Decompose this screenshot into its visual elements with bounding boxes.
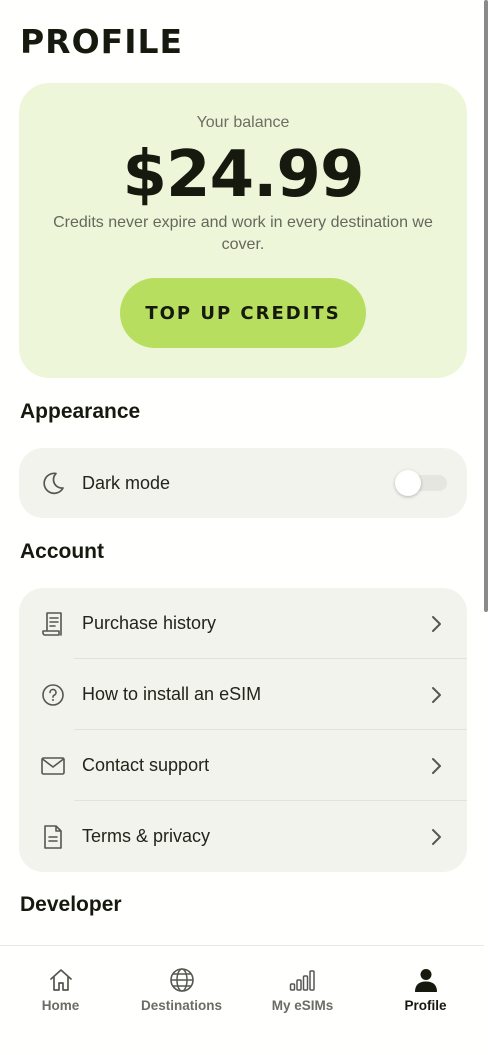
contact-support-row[interactable]: Contact support xyxy=(19,730,467,801)
toggle-knob xyxy=(395,470,421,496)
balance-note: Credits never expire and work in every d… xyxy=(53,214,433,253)
terms-privacy-row[interactable]: Terms & privacy xyxy=(19,801,467,872)
scrollbar[interactable] xyxy=(484,0,488,612)
terms-privacy-label: Terms & privacy xyxy=(82,826,211,846)
developer-section-title: Developer xyxy=(20,893,122,916)
tab-home-label: Home xyxy=(41,998,80,1013)
dark-mode-toggle[interactable] xyxy=(395,470,447,496)
home-icon xyxy=(0,964,121,996)
purchase-history-row[interactable]: Purchase history xyxy=(19,588,467,659)
dark-mode-label: Dark mode xyxy=(82,472,171,493)
envelope-icon xyxy=(39,752,67,780)
bottom-tab-bar: Home Destinations My eSIMs Profile xyxy=(0,945,484,1055)
chevron-right-icon xyxy=(432,828,441,845)
balance-label: Your balance xyxy=(196,114,290,131)
account-section-title: Account xyxy=(20,540,104,563)
dark-mode-row[interactable]: Dark mode xyxy=(19,448,467,518)
appearance-group: Dark mode xyxy=(19,448,467,518)
install-esim-row[interactable]: How to install an eSIM xyxy=(19,659,467,730)
profile-screen: PROFILE Your balance $24.99 Credits neve… xyxy=(0,0,484,1055)
page-title: PROFILE xyxy=(20,22,184,61)
moon-icon xyxy=(39,469,67,497)
chevron-right-icon xyxy=(432,686,441,703)
document-icon xyxy=(39,823,67,851)
purchase-history-label: Purchase history xyxy=(82,613,217,633)
account-group: Purchase history How to install an eSIM … xyxy=(19,588,467,872)
question-circle-icon xyxy=(39,681,67,709)
top-up-credits-button[interactable]: TOP UP CREDITS xyxy=(120,278,366,348)
chevron-right-icon xyxy=(432,757,441,774)
appearance-section-title: Appearance xyxy=(20,400,141,423)
install-esim-label: How to install an eSIM xyxy=(82,684,262,704)
receipt-icon xyxy=(39,610,67,638)
tab-home[interactable]: Home xyxy=(0,964,121,1013)
tab-profile-label: Profile xyxy=(404,998,447,1013)
balance-amount: $24.99 xyxy=(122,138,365,212)
tab-destinations[interactable]: Destinations xyxy=(121,964,242,1013)
tab-my-esims[interactable]: My eSIMs xyxy=(242,964,363,1013)
balance-card: Your balance $24.99 Credits never expire… xyxy=(19,83,467,378)
person-icon xyxy=(365,964,486,996)
signal-bars-icon xyxy=(242,964,363,996)
tab-my-esims-label: My eSIMs xyxy=(271,998,334,1013)
tab-profile[interactable]: Profile xyxy=(365,964,486,1013)
chevron-right-icon xyxy=(432,615,441,632)
contact-support-label: Contact support xyxy=(82,755,210,775)
tab-destinations-label: Destinations xyxy=(140,998,222,1013)
globe-icon xyxy=(121,964,242,996)
